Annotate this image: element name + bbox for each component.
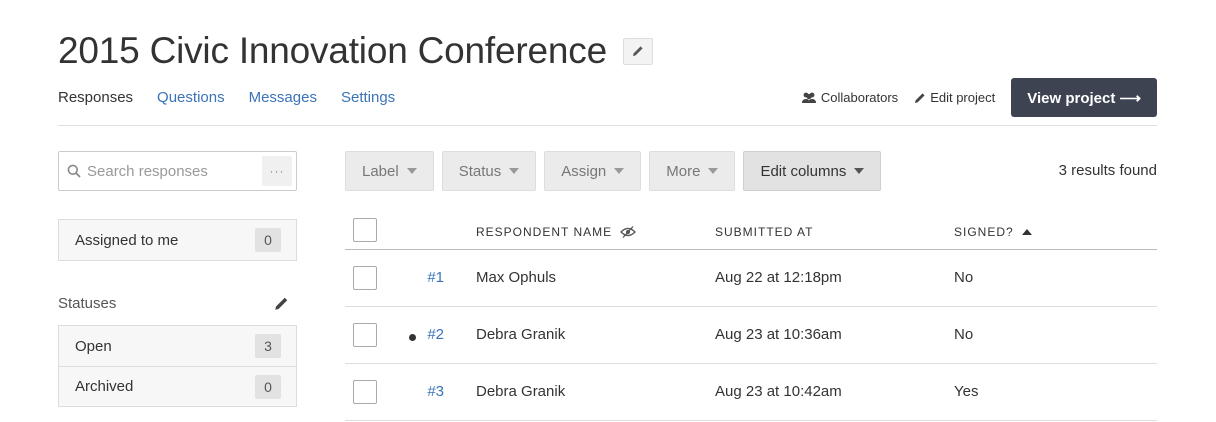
bulk-actions-toolbar: Label Status Assign More Edit columns — [345, 151, 889, 191]
signed-value: Yes — [954, 383, 979, 400]
count-badge: 0 — [255, 228, 281, 252]
tab-settings[interactable]: Settings — [341, 88, 395, 108]
count-badge: 0 — [255, 374, 281, 399]
table-row[interactable]: #1 Max Ophuls Aug 22 at 12:18pm No — [345, 250, 1157, 307]
statuses-heading: Statuses — [58, 295, 117, 312]
submitted-at: Aug 23 at 10:36am — [715, 326, 842, 343]
select-all-checkbox[interactable] — [353, 218, 377, 242]
caret-down-icon — [614, 168, 625, 174]
nav-tabs: Responses Questions Messages Settings — [58, 88, 419, 108]
tab-messages[interactable]: Messages — [249, 88, 317, 108]
label-dropdown-label: Label — [362, 162, 399, 180]
row-checkbox[interactable] — [353, 266, 377, 290]
search-icon — [67, 164, 81, 178]
edit-project-link[interactable]: Edit project — [914, 90, 995, 105]
tab-questions[interactable]: Questions — [157, 88, 225, 108]
status-label: Archived — [75, 378, 134, 395]
title-row: 2015 Civic Innovation Conference — [58, 30, 653, 72]
users-icon — [801, 92, 816, 103]
page-title: 2015 Civic Innovation Conference — [58, 30, 607, 71]
pencil-icon — [632, 46, 643, 56]
more-dropdown[interactable]: More — [649, 151, 736, 191]
tab-responses[interactable]: Responses — [58, 88, 133, 108]
eye-slash-icon — [620, 226, 637, 238]
column-label: RESPONDENT NAME — [476, 225, 613, 239]
count-badge: 3 — [255, 334, 281, 358]
search-box: ··· — [58, 151, 297, 191]
more-dropdown-label: More — [666, 162, 701, 180]
edit-columns-dropdown[interactable]: Edit columns — [743, 151, 882, 191]
status-label: Open — [75, 337, 112, 355]
statuses-header: Statuses — [58, 295, 297, 312]
pencil-icon[interactable] — [274, 296, 289, 311]
respondent-name: Max Ophuls — [476, 269, 557, 286]
responses-table: RESPONDENT NAME SUBMITTED AT SIGNED? #1 … — [345, 212, 1157, 421]
table-header: RESPONDENT NAME SUBMITTED AT SIGNED? — [345, 212, 1157, 250]
column-submitted-at[interactable]: SUBMITTED AT — [715, 225, 813, 239]
project-nav: Responses Questions Messages Settings Co… — [58, 78, 1157, 126]
signed-value: No — [954, 269, 974, 286]
submitted-at: Aug 22 at 12:18pm — [715, 269, 842, 286]
unread-indicator — [409, 334, 416, 341]
table-row[interactable]: #2 Debra Granik Aug 23 at 10:36am No — [345, 307, 1157, 364]
filter-assigned-to-me[interactable]: Assigned to me 0 — [59, 220, 296, 260]
caret-down-icon — [708, 168, 719, 174]
response-number-link[interactable]: #3 — [427, 383, 444, 400]
assign-dropdown-label: Assign — [561, 162, 607, 180]
collaborators-label: Collaborators — [820, 90, 899, 105]
label-dropdown[interactable]: Label — [345, 151, 434, 191]
status-dropdown-label: Status — [458, 162, 502, 180]
edit-columns-label: Edit columns — [760, 162, 847, 180]
respondent-name: Debra Granik — [476, 326, 566, 343]
nav-actions: Collaborators Edit project View project … — [801, 78, 1157, 117]
column-signed[interactable]: SIGNED? — [954, 225, 1032, 239]
pencil-icon — [915, 92, 925, 103]
edit-title-button[interactable] — [622, 37, 653, 65]
filter-box: Assigned to me 0 — [58, 219, 297, 261]
results-count: 3 results found — [1058, 162, 1157, 179]
submitted-at: Aug 23 at 10:42am — [715, 383, 842, 400]
collaborators-link[interactable]: Collaborators — [801, 90, 898, 105]
edit-project-label: Edit project — [930, 90, 996, 105]
status-dropdown[interactable]: Status — [441, 151, 537, 191]
search-input[interactable] — [87, 162, 255, 180]
caret-down-icon — [854, 168, 865, 174]
signed-value: No — [954, 326, 974, 343]
response-number-link[interactable]: #2 — [427, 326, 444, 343]
filter-label: Assigned to me — [75, 231, 179, 249]
column-respondent-name[interactable]: RESPONDENT NAME — [476, 225, 637, 239]
sort-ascending-icon — [1021, 229, 1032, 235]
caret-down-icon — [406, 168, 417, 174]
column-label: SIGNED? — [954, 225, 1014, 239]
assign-dropdown[interactable]: Assign — [544, 151, 642, 191]
caret-down-icon — [509, 168, 520, 174]
response-number-link[interactable]: #1 — [427, 269, 444, 286]
row-checkbox[interactable] — [353, 323, 377, 347]
status-open[interactable]: Open 3 — [59, 326, 296, 366]
status-archived[interactable]: Archived 0 — [59, 366, 296, 406]
search-options-button[interactable]: ··· — [262, 156, 292, 186]
row-checkbox[interactable] — [353, 380, 377, 404]
statuses-list: Open 3 Archived 0 — [58, 325, 297, 407]
table-row[interactable]: #3 Debra Granik Aug 23 at 10:42am Yes — [345, 364, 1157, 421]
column-label: SUBMITTED AT — [715, 225, 814, 239]
view-project-button[interactable]: View project ⟶ — [1011, 78, 1157, 117]
respondent-name: Debra Granik — [476, 383, 566, 400]
